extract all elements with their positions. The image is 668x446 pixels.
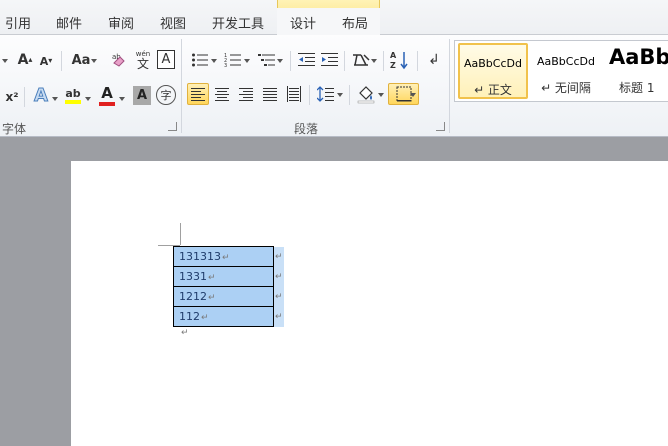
divider (344, 51, 345, 71)
numbering-icon[interactable]: 123 (223, 51, 243, 69)
show-formatting-marks-icon[interactable]: ↲ (425, 50, 443, 70)
font-dialog-launcher-icon[interactable] (168, 122, 177, 131)
style-name: ↵ 正文 (474, 83, 512, 97)
multilevel-list-icon[interactable] (257, 51, 277, 69)
bullets-caret[interactable] (211, 59, 217, 63)
row-end-mark: ↵ (273, 286, 285, 307)
justify-icon[interactable] (259, 83, 281, 105)
numbering-caret[interactable] (244, 59, 250, 63)
decrease-indent-icon[interactable] (297, 51, 317, 69)
text-effects-caret[interactable] (52, 97, 58, 101)
superscript-icon[interactable]: x² (2, 87, 22, 107)
divider (383, 51, 384, 71)
document-area: 131313↵ ↵ 1331↵ ↵ 1212↵ ↵ 112↵ ↵ ↵ (0, 137, 668, 446)
tab-design[interactable]: 设计 (290, 13, 316, 32)
highlight-icon[interactable]: ab (63, 85, 83, 107)
bullets-icon[interactable] (190, 51, 210, 69)
table-cell[interactable]: 112↵ (173, 306, 274, 327)
character-border-icon[interactable]: A (157, 50, 175, 69)
align-left-button[interactable] (187, 83, 209, 105)
tab-review[interactable]: 审阅 (108, 13, 134, 32)
tab-mailings[interactable]: 邮件 (56, 13, 82, 32)
svg-text:Z: Z (390, 61, 396, 70)
style-name: 标题 1 (619, 81, 655, 95)
chinese-layout-caret[interactable] (371, 59, 377, 63)
phonetic-guide-icon[interactable]: wén 文 (133, 49, 153, 71)
style-name: ↵ 无间隔 (541, 81, 591, 95)
text-effects-icon[interactable]: A (30, 85, 52, 107)
divider (290, 51, 291, 71)
row-end-mark: ↵ (273, 266, 285, 287)
paragraph-group-label: 段落 (294, 122, 319, 136)
divider (24, 87, 25, 107)
tab-developer[interactable]: 开发工具 (212, 13, 264, 32)
borders-caret[interactable] (410, 93, 416, 97)
sort-icon[interactable]: AZ (389, 49, 411, 71)
font-size-dropdown-caret[interactable] (2, 59, 8, 63)
align-left-icon (191, 88, 205, 101)
style-preview: AaBbCcDd (464, 57, 522, 70)
svg-text:A: A (390, 51, 397, 60)
style-heading-1[interactable]: AaBb 标题 1 (605, 43, 668, 99)
table-row[interactable]: 131313↵ ↵ (173, 246, 285, 267)
document-table[interactable]: 131313↵ ↵ 1331↵ ↵ 1212↵ ↵ 112↵ ↵ (173, 246, 285, 327)
margin-crop-mark (180, 223, 181, 245)
distributed-icon[interactable] (283, 83, 305, 105)
font-color-icon[interactable]: A (97, 84, 117, 107)
table-row[interactable]: 1331↵ ↵ (173, 266, 285, 287)
style-preview: AaBbCcDd (537, 55, 595, 68)
table-cell[interactable]: 1331↵ (173, 266, 274, 287)
style-normal[interactable]: AaBbCcDd ↵ 正文 (458, 43, 528, 99)
divider (61, 51, 62, 71)
divider (417, 51, 418, 71)
table-row[interactable]: 112↵ ↵ (173, 306, 285, 327)
shading-icon[interactable] (355, 83, 377, 105)
clear-formatting-icon[interactable]: ab (110, 49, 130, 71)
tab-view[interactable]: 视图 (160, 13, 186, 32)
table-cell[interactable]: 1212↵ (173, 286, 274, 307)
shrink-font-icon[interactable]: A ▾ (37, 52, 55, 70)
styles-gallery: AaBbCcDd ↵ 正文 AaBbCcDd ↵ 无间隔 AaBb 标题 1 (454, 40, 668, 102)
group-separator (449, 39, 450, 133)
row-end-mark: ↵ (273, 246, 285, 267)
font-group-label: 字体 (2, 122, 27, 136)
group-separator (181, 39, 182, 133)
ribbon-tab-bar: 引用 邮件 审阅 视图 开发工具 设计 布局 (0, 0, 668, 36)
change-case-caret[interactable] (91, 59, 97, 63)
style-preview: AaBb (609, 45, 668, 69)
table-row[interactable]: 1212↵ ↵ (173, 286, 285, 307)
align-right-icon[interactable] (235, 83, 257, 105)
style-no-spacing[interactable]: AaBbCcDd ↵ 无间隔 (531, 43, 601, 99)
highlight-caret[interactable] (85, 97, 91, 101)
tab-references[interactable]: 引用 (5, 13, 31, 32)
tab-layout[interactable]: 布局 (342, 13, 368, 32)
enclose-characters-icon[interactable]: 字 (156, 85, 176, 105)
divider (349, 85, 350, 105)
line-spacing-icon[interactable] (315, 83, 337, 105)
table-cell[interactable]: 131313↵ (173, 246, 274, 267)
chinese-layout-icon[interactable] (351, 50, 371, 70)
paragraph-dialog-launcher-icon[interactable] (436, 122, 445, 131)
shading-caret[interactable] (378, 93, 384, 97)
paragraph-mark: ↵ (181, 328, 189, 338)
increase-indent-icon[interactable] (320, 51, 340, 69)
divider (309, 85, 310, 105)
line-spacing-caret[interactable] (337, 93, 343, 97)
ribbon: A ▴ A ▾ Aa ab wén 文 A x² A ab A A 字 字体 123 (0, 35, 668, 137)
grow-font-icon[interactable]: A ▴ (15, 50, 35, 70)
row-end-mark: ↵ (273, 306, 285, 327)
align-center-icon[interactable] (211, 83, 233, 105)
multilevel-list-caret[interactable] (277, 59, 283, 63)
character-shading-icon[interactable]: A (133, 86, 151, 105)
document-page[interactable]: 131313↵ ↵ 1331↵ ↵ 1212↵ ↵ 112↵ ↵ ↵ (71, 161, 668, 446)
svg-text:3: 3 (224, 63, 227, 68)
font-color-caret[interactable] (119, 97, 125, 101)
